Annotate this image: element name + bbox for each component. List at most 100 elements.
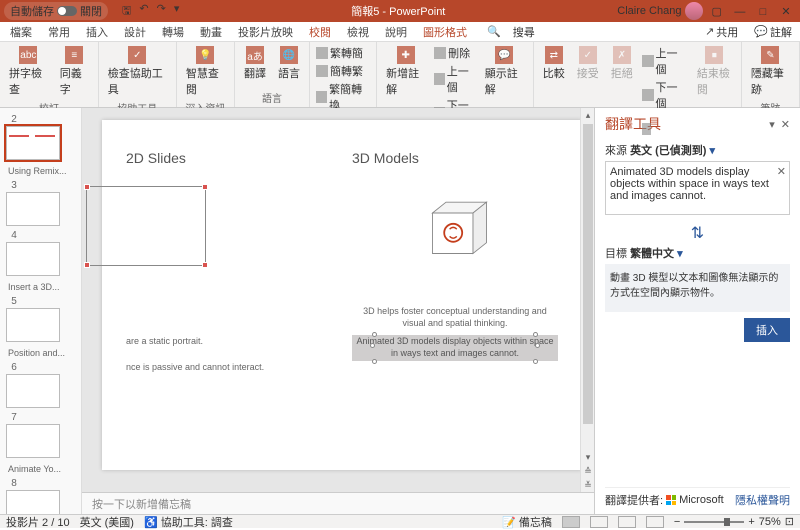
smart-lookup-button[interactable]: 💡智慧查閱 bbox=[183, 44, 228, 99]
slide-thumbnails[interactable]: 2 Using Remix... 3 4 Insert a 3D... 5 Po… bbox=[0, 108, 82, 514]
tab-insert[interactable]: 插入 bbox=[84, 22, 110, 42]
avatar bbox=[685, 2, 703, 20]
tab-file[interactable]: 檔案 bbox=[8, 22, 34, 42]
section-header[interactable]: Animate Yo... bbox=[6, 462, 75, 474]
slide-canvas[interactable]: 2D Slides are a static portrait. nce is … bbox=[82, 108, 594, 514]
compare-button[interactable]: ⇄比較 bbox=[540, 44, 568, 83]
undo-icon[interactable]: ↶ bbox=[139, 2, 148, 21]
hide-ink-button[interactable]: ✎隱藏筆跡 bbox=[748, 44, 793, 99]
tab-help[interactable]: 說明 bbox=[383, 22, 409, 42]
prev-slide-icon[interactable]: ≙ bbox=[581, 464, 594, 478]
notes-toggle[interactable]: 📝 備忘稿 bbox=[502, 514, 552, 530]
reading-view-icon[interactable] bbox=[618, 516, 636, 528]
privacy-link[interactable]: 隱私權聲明 bbox=[735, 492, 790, 508]
share-button[interactable]: ↗ 共用 bbox=[705, 24, 738, 40]
selected-text-box[interactable]: Animated 3D models display objects withi… bbox=[352, 335, 558, 360]
slideshow-view-icon[interactable] bbox=[646, 516, 664, 528]
tab-design[interactable]: 設計 bbox=[122, 22, 148, 42]
tab-home[interactable]: 常用 bbox=[46, 22, 72, 42]
sorter-view-icon[interactable] bbox=[590, 516, 608, 528]
heading-3d: 3D Models bbox=[352, 150, 558, 166]
search-label[interactable]: 搜尋 bbox=[513, 24, 535, 40]
clear-source-icon[interactable]: ✕ bbox=[777, 165, 786, 178]
ribbon: abc拼字檢查 ≡同義字 校訂 ✓檢查協助工具 協助工具 💡智慧查閱 深入資訊 … bbox=[0, 42, 800, 108]
simp-to-trad[interactable]: 簡轉繁 bbox=[316, 62, 370, 80]
source-label: 來源 bbox=[605, 145, 627, 157]
prev-comment[interactable]: 上一個 bbox=[434, 62, 476, 96]
thumbnail-8[interactable]: 8 bbox=[6, 478, 75, 514]
thumbnail-7[interactable]: 7 bbox=[6, 412, 75, 458]
translate-button[interactable]: aあ翻譯 bbox=[241, 44, 269, 83]
source-language-dropdown[interactable]: 英文 (已偵測到) ▾ bbox=[630, 145, 715, 157]
compare-prev: 上一個 bbox=[642, 44, 688, 78]
cube-3d-model[interactable] bbox=[410, 186, 500, 276]
thumbnail-4[interactable]: 4 bbox=[6, 230, 75, 276]
tab-slideshow[interactable]: 投影片放映 bbox=[236, 22, 295, 42]
insert-button[interactable]: 插入 bbox=[744, 318, 790, 342]
tab-transitions[interactable]: 轉場 bbox=[160, 22, 186, 42]
search-icon[interactable]: 🔍 bbox=[487, 25, 501, 38]
user-account[interactable]: Claire Chang bbox=[617, 2, 703, 20]
source-text-box[interactable]: Animated 3D models display objects withi… bbox=[605, 161, 790, 215]
thumbnail-5[interactable]: 5 bbox=[6, 296, 75, 342]
qat-more-icon[interactable]: ▾ bbox=[174, 2, 180, 21]
thesaurus-button[interactable]: ≡同義字 bbox=[57, 44, 92, 99]
section-header[interactable]: Using Remix... bbox=[6, 164, 75, 176]
section-header[interactable]: Insert a 3D... bbox=[6, 280, 75, 292]
language-indicator[interactable]: 英文 (美國) bbox=[80, 514, 134, 530]
scroll-up-icon[interactable]: ▴ bbox=[581, 108, 594, 122]
target-text-box: 動畫 3D 模型以文本和圖像無法顯示的方式在空間內顯示物件。 bbox=[605, 264, 790, 312]
language-button[interactable]: 🌐語言 bbox=[275, 44, 303, 83]
autosave-label: 自動儲存 bbox=[10, 3, 54, 19]
pane-dropdown-icon[interactable]: ▾ bbox=[769, 119, 775, 131]
text-2d-a: are a static portrait. bbox=[126, 336, 332, 348]
trad-to-simp[interactable]: 繁轉簡 bbox=[316, 44, 370, 62]
accept-button: ✓接受 bbox=[574, 44, 602, 83]
tab-review[interactable]: 校閱 bbox=[307, 22, 333, 42]
tab-animations[interactable]: 動畫 bbox=[198, 22, 224, 42]
fit-window-icon[interactable]: ⊡ bbox=[785, 515, 794, 528]
swap-languages-icon[interactable]: ⇅ bbox=[605, 223, 790, 243]
thumbnail-2[interactable]: 2 bbox=[6, 114, 75, 160]
target-label: 目標 bbox=[605, 248, 627, 260]
spellcheck-button[interactable]: abc拼字檢查 bbox=[6, 44, 51, 99]
scroll-down-icon[interactable]: ▾ bbox=[581, 450, 594, 464]
delete-comment[interactable]: 刪除 bbox=[434, 44, 476, 62]
autosave-state: 關閉 bbox=[80, 3, 102, 19]
redo-icon[interactable]: ↷ bbox=[157, 2, 166, 21]
ribbon-options-icon[interactable]: ▢ bbox=[711, 5, 721, 18]
tab-shape-format[interactable]: 圖形格式 bbox=[421, 22, 469, 42]
show-comments-button[interactable]: 💬顯示註解 bbox=[482, 44, 527, 99]
user-name: Claire Chang bbox=[617, 5, 681, 17]
thumbnail-3[interactable]: 3 bbox=[6, 180, 75, 226]
minimize-icon[interactable]: — bbox=[730, 6, 750, 18]
zoom-slider[interactable] bbox=[684, 521, 744, 523]
comments-button[interactable]: 💬 註解 bbox=[754, 24, 792, 40]
new-comment-button[interactable]: ✚新增註解 bbox=[383, 44, 428, 99]
zoom-in-icon[interactable]: + bbox=[748, 516, 754, 528]
title-bar: 自動儲存 關閉 🖫 ↶ ↷ ▾ 簡報5 - PowerPoint Claire … bbox=[0, 0, 800, 22]
scrollbar-thumb[interactable] bbox=[583, 124, 593, 424]
next-slide-icon[interactable]: ≚ bbox=[581, 478, 594, 492]
vertical-scrollbar[interactable]: ▴ ▾ ≙ ≚ bbox=[580, 108, 594, 492]
pane-close-icon[interactable]: ✕ bbox=[781, 119, 790, 131]
section-header[interactable]: Position and... bbox=[6, 346, 75, 358]
accessibility-button[interactable]: ✓檢查協助工具 bbox=[105, 44, 170, 99]
maximize-icon[interactable]: □ bbox=[753, 6, 773, 18]
tab-view[interactable]: 檢視 bbox=[345, 22, 371, 42]
normal-view-icon[interactable] bbox=[562, 516, 580, 528]
rectangle-shape[interactable] bbox=[86, 186, 206, 266]
compare-next: 下一個 bbox=[642, 78, 688, 112]
accessibility-indicator[interactable]: ♿ 協助工具: 調查 bbox=[144, 514, 233, 530]
close-icon[interactable]: ✕ bbox=[776, 5, 796, 18]
notes-pane[interactable]: 按一下以新增備忘稿 bbox=[82, 492, 594, 514]
autosave-toggle[interactable]: 自動儲存 關閉 bbox=[4, 2, 108, 20]
reject-button: ✗拒絕 bbox=[608, 44, 636, 83]
slide-indicator[interactable]: 投影片 2 / 10 bbox=[6, 514, 70, 530]
ribbon-tabs: 檔案 常用 插入 設計 轉場 動畫 投影片放映 校閱 檢視 說明 圖形格式 🔍 … bbox=[0, 22, 800, 42]
zoom-out-icon[interactable]: − bbox=[674, 516, 680, 528]
thumbnail-6[interactable]: 6 bbox=[6, 362, 75, 408]
target-language-dropdown[interactable]: 繁體中文 ▾ bbox=[630, 248, 683, 260]
zoom-level[interactable]: 75% bbox=[759, 516, 781, 528]
save-icon[interactable]: 🖫 bbox=[122, 2, 131, 21]
